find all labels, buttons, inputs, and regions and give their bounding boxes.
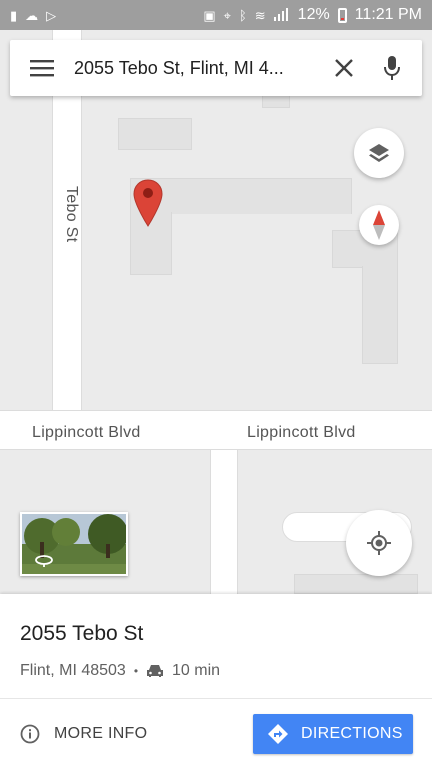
separator-dot: • <box>133 664 139 678</box>
location-icon: ⌖ <box>223 7 231 23</box>
status-time: 11:21 PM <box>354 6 422 23</box>
directions-icon <box>268 724 288 744</box>
street-label-lippincott: Lippincott Blvd <box>247 424 356 441</box>
drive-time: 10 min <box>172 662 221 679</box>
more-info-button[interactable]: MORE INFO <box>20 716 147 752</box>
road-side-street <box>210 450 238 594</box>
location-pin-icon[interactable] <box>132 178 164 228</box>
voice-search-button[interactable] <box>368 40 416 96</box>
place-title: 2055 Tebo St <box>20 622 144 645</box>
building <box>294 574 418 594</box>
car-icon <box>147 665 164 677</box>
clear-search-button[interactable] <box>320 40 368 96</box>
cloud-icon: ☁ <box>25 7 39 23</box>
divider <box>0 698 432 699</box>
close-icon <box>335 59 353 77</box>
map-view[interactable]: Tebo St Lippincott Blvd Lippincott Blvd <box>0 30 432 594</box>
hamburger-menu-icon <box>30 60 54 77</box>
search-input[interactable]: 2055 Tebo St, Flint, MI 4... <box>74 58 320 79</box>
compass-button[interactable] <box>359 205 399 245</box>
status-left-icons: ▮ ☁ ▷ <box>10 9 56 22</box>
play-icon: ▷ <box>46 7 57 23</box>
my-location-icon <box>367 531 391 555</box>
more-info-label: MORE INFO <box>54 725 148 742</box>
building <box>118 118 192 150</box>
info-icon <box>20 724 40 744</box>
building <box>362 266 398 364</box>
rotate-360-icon <box>35 555 53 567</box>
compass-icon <box>373 210 385 240</box>
status-bar: ▮ ☁ ▷ ▣ ⌖ ᛒ ≋ 12% 11:21 PM <box>0 0 432 30</box>
street-view-thumbnail[interactable] <box>20 512 128 576</box>
microphone-icon <box>384 56 400 80</box>
place-subtitle: Flint, MI 48503 • 10 min <box>20 662 220 680</box>
notification-icon: ▮ <box>10 7 18 23</box>
place-city: Flint, MI 48503 <box>20 662 126 679</box>
my-location-button[interactable] <box>346 510 412 576</box>
layers-icon <box>369 144 389 162</box>
vibrate-icon: ≋ <box>254 7 266 23</box>
directions-button[interactable]: DIRECTIONS <box>253 714 413 754</box>
menu-button[interactable] <box>10 40 74 96</box>
status-right-icons: ▣ ⌖ ᛒ ≋ 12% 11:21 PM <box>203 6 422 24</box>
layers-button[interactable] <box>354 128 404 178</box>
street-label-lippincott: Lippincott Blvd <box>32 424 141 441</box>
lock-icon: ▣ <box>203 7 216 23</box>
directions-label: DIRECTIONS <box>301 725 403 742</box>
place-bottom-sheet[interactable]: 2055 Tebo St Flint, MI 48503 • 10 min MO… <box>0 594 432 768</box>
street-label-tebo: Tebo St <box>63 186 80 243</box>
battery-percent: 12% <box>297 6 330 23</box>
search-bar[interactable]: 2055 Tebo St, Flint, MI 4... <box>10 40 422 96</box>
bluetooth-icon: ᛒ <box>238 7 247 23</box>
signal-icon <box>273 7 290 23</box>
battery-icon <box>337 7 347 23</box>
